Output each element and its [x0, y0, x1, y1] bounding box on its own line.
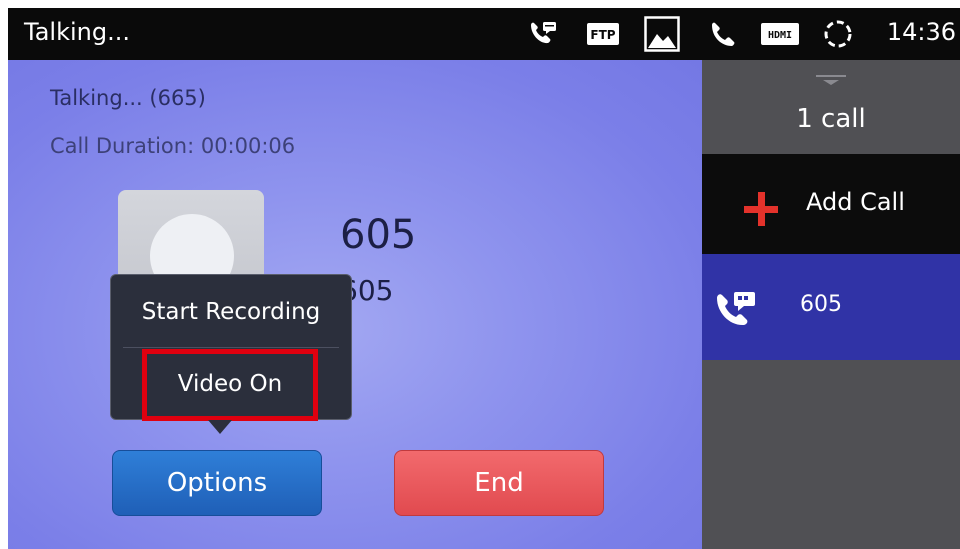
call-panel: Talking... (665) Call Duration: 00:00:06… — [8, 60, 702, 549]
active-call-number: 605 — [800, 292, 842, 317]
add-call-button[interactable]: Add Call — [702, 154, 960, 254]
menu-divider — [123, 347, 339, 348]
options-button[interactable]: Options — [112, 450, 322, 516]
status-title: Talking... — [24, 18, 130, 46]
call-duration: Call Duration: 00:00:06 — [50, 134, 296, 158]
phone-icon — [708, 20, 736, 52]
drawer-handle-icon[interactable] — [816, 72, 846, 86]
callee-name: 605 — [340, 212, 417, 258]
menu-pointer — [208, 420, 232, 434]
plus-icon — [744, 192, 778, 226]
hdmi-label: HDMI — [768, 30, 792, 41]
call-list-panel: 1 call Add Call 605 — [702, 60, 960, 549]
start-recording-item[interactable]: Start Recording — [111, 299, 351, 325]
call-status: Talking... (665) — [50, 86, 206, 110]
sync-icon — [822, 18, 854, 54]
call-chat-icon — [714, 290, 758, 334]
options-menu: Start Recording Video On — [110, 274, 352, 421]
image-icon — [644, 16, 680, 56]
end-call-button[interactable]: End — [394, 450, 604, 516]
screen: Talking... FTP HDMI 14:36 Talking... (66… — [8, 8, 960, 549]
hdmi-icon: HDMI — [760, 22, 800, 50]
call-chat-icon — [528, 20, 558, 52]
ftp-icon: FTP — [586, 22, 620, 50]
status-bar: Talking... FTP HDMI 14:36 — [8, 8, 960, 60]
status-time: 14:36 — [886, 18, 956, 46]
add-call-label: Add Call — [806, 188, 905, 216]
ftp-label: FTP — [590, 28, 615, 42]
active-call-item[interactable]: 605 — [702, 254, 960, 360]
calls-count: 1 call — [796, 104, 866, 134]
video-on-item[interactable]: Video On — [142, 349, 318, 421]
